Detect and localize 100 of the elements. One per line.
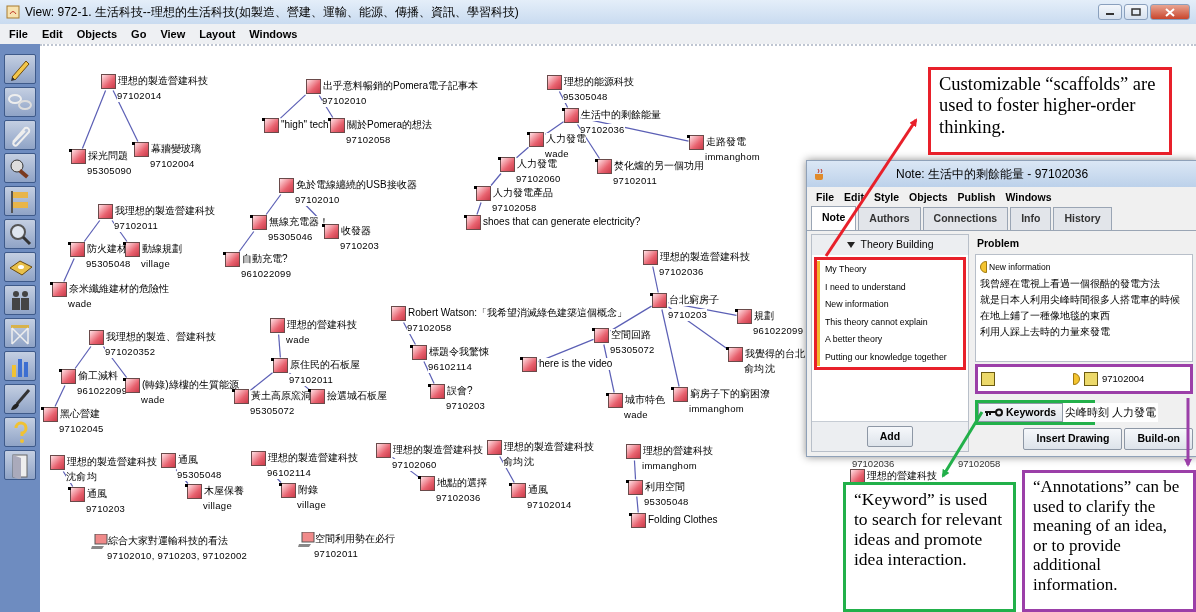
note-icon[interactable] [420, 476, 435, 491]
note-icon[interactable] [71, 149, 86, 164]
scaffold-item[interactable]: Putting our knowledge together [817, 348, 963, 366]
tab[interactable]: Info [1010, 207, 1052, 230]
menu-item[interactable]: File [9, 25, 28, 43]
note-text-area[interactable]: New information 我曾經在電視上看過一個很酷的發電方法 就是日本人利用尖峰時間很多人搭電車的時候 在地上鋪了一種像地毯的東西 利用人踩上去時的力量來發電 [975, 254, 1193, 362]
note-icon[interactable] [522, 357, 537, 372]
add-button[interactable]: Add [866, 425, 914, 448]
note-icon[interactable] [234, 389, 249, 404]
menu-item[interactable]: Edit [41, 25, 63, 43]
menu-item[interactable]: Objects [909, 190, 948, 206]
note-icon[interactable] [89, 330, 104, 345]
note-icon[interactable] [689, 135, 704, 150]
note-icon[interactable] [643, 250, 658, 265]
note-icon[interactable] [628, 480, 643, 495]
toolbar-button[interactable] [4, 186, 36, 216]
tab[interactable]: Connections [922, 207, 1009, 230]
note-icon[interactable] [652, 293, 667, 308]
toolbar-button[interactable] [4, 384, 36, 414]
note-icon[interactable] [597, 159, 612, 174]
menu-item[interactable]: File [816, 190, 835, 206]
scaffold-item[interactable]: My Theory [817, 261, 963, 279]
note-icon[interactable] [264, 118, 279, 133]
note-icon[interactable] [279, 178, 294, 193]
note-icon[interactable] [61, 369, 76, 384]
note-icon[interactable] [225, 252, 240, 267]
tab[interactable]: Authors [858, 207, 921, 230]
note-icon[interactable] [281, 483, 296, 498]
note-icon[interactable] [391, 306, 406, 321]
note-icon[interactable] [487, 440, 502, 455]
toolbar-button[interactable] [4, 87, 36, 117]
toolbar-button[interactable]: Build-on [1124, 428, 1193, 450]
menu-item[interactable]: Go [131, 25, 147, 43]
menu-item[interactable]: Objects [76, 25, 118, 43]
note-icon[interactable] [608, 393, 623, 408]
note-icon[interactable] [673, 387, 688, 402]
scaffold-item[interactable]: This theory cannot explain [817, 313, 963, 331]
note-icon[interactable] [324, 224, 339, 239]
note-icon[interactable] [1084, 372, 1098, 386]
tab[interactable]: History [1053, 207, 1112, 230]
minimize-button[interactable] [1098, 4, 1122, 20]
computer-icon[interactable] [298, 532, 315, 547]
toolbar-button[interactable] [4, 285, 36, 315]
toolbar-button[interactable] [4, 351, 36, 381]
menu-item[interactable]: Edit [844, 190, 864, 206]
toolbar-button[interactable] [4, 219, 36, 249]
toolbar-button[interactable] [4, 252, 36, 282]
note-icon[interactable] [626, 444, 641, 459]
note-icon[interactable] [330, 118, 345, 133]
note-icon[interactable] [187, 484, 202, 499]
toolbar-button[interactable] [4, 54, 36, 84]
note-icon[interactable] [125, 242, 140, 257]
menu-item[interactable]: Windows [249, 25, 298, 43]
note-icon[interactable] [310, 389, 325, 404]
note-icon[interactable] [594, 328, 609, 343]
annotation-reference[interactable]: 97102004 [1102, 371, 1145, 387]
note-icon[interactable] [252, 215, 267, 230]
note-icon[interactable] [631, 513, 646, 528]
toolbar-button[interactable] [4, 120, 36, 150]
note-icon[interactable] [161, 453, 176, 468]
tab[interactable]: Note [811, 206, 857, 230]
keywords-field[interactable]: 尖峰時刻 人力發電 [1063, 403, 1159, 422]
toolbar-button[interactable]: Insert Drawing [1023, 428, 1123, 450]
note-icon[interactable] [306, 79, 321, 94]
scaffold-item[interactable]: A better theory [817, 331, 963, 349]
scaffold-header[interactable]: Theory Building [812, 235, 968, 255]
note-icon[interactable] [466, 215, 481, 230]
note-icon[interactable] [43, 407, 58, 422]
note-icon[interactable] [98, 204, 113, 219]
note-icon[interactable] [412, 345, 427, 360]
note-icon[interactable] [737, 309, 752, 324]
note-icon[interactable] [430, 384, 445, 399]
close-button[interactable] [1150, 4, 1190, 20]
note-icon[interactable] [273, 358, 288, 373]
maximize-button[interactable] [1124, 4, 1148, 20]
menu-item[interactable]: Windows [1005, 190, 1052, 206]
note-icon[interactable] [476, 186, 491, 201]
toolbar-button[interactable] [4, 153, 36, 183]
menu-item[interactable]: View [160, 25, 186, 43]
note-icon[interactable] [50, 455, 65, 470]
note-icon[interactable] [981, 372, 995, 386]
note-icon[interactable] [376, 443, 391, 458]
note-icon[interactable] [500, 157, 515, 172]
note-icon[interactable] [511, 483, 526, 498]
toolbar-button[interactable] [4, 450, 36, 480]
note-icon[interactable] [564, 108, 579, 123]
scaffold-item[interactable]: I need to understand [817, 278, 963, 296]
menu-item[interactable]: Style [873, 190, 900, 206]
scaffold-item[interactable]: New information [817, 296, 963, 314]
note-icon[interactable] [728, 347, 743, 362]
note-icon[interactable] [251, 451, 266, 466]
note-icon[interactable] [547, 75, 562, 90]
note-icon[interactable] [529, 132, 544, 147]
menu-item[interactable]: Publish [957, 190, 996, 206]
note-icon[interactable] [70, 242, 85, 257]
note-icon[interactable] [270, 318, 285, 333]
note-icon[interactable] [70, 487, 85, 502]
toolbar-button[interactable] [4, 417, 36, 447]
note-icon[interactable] [125, 378, 140, 393]
computer-icon[interactable] [91, 534, 108, 549]
